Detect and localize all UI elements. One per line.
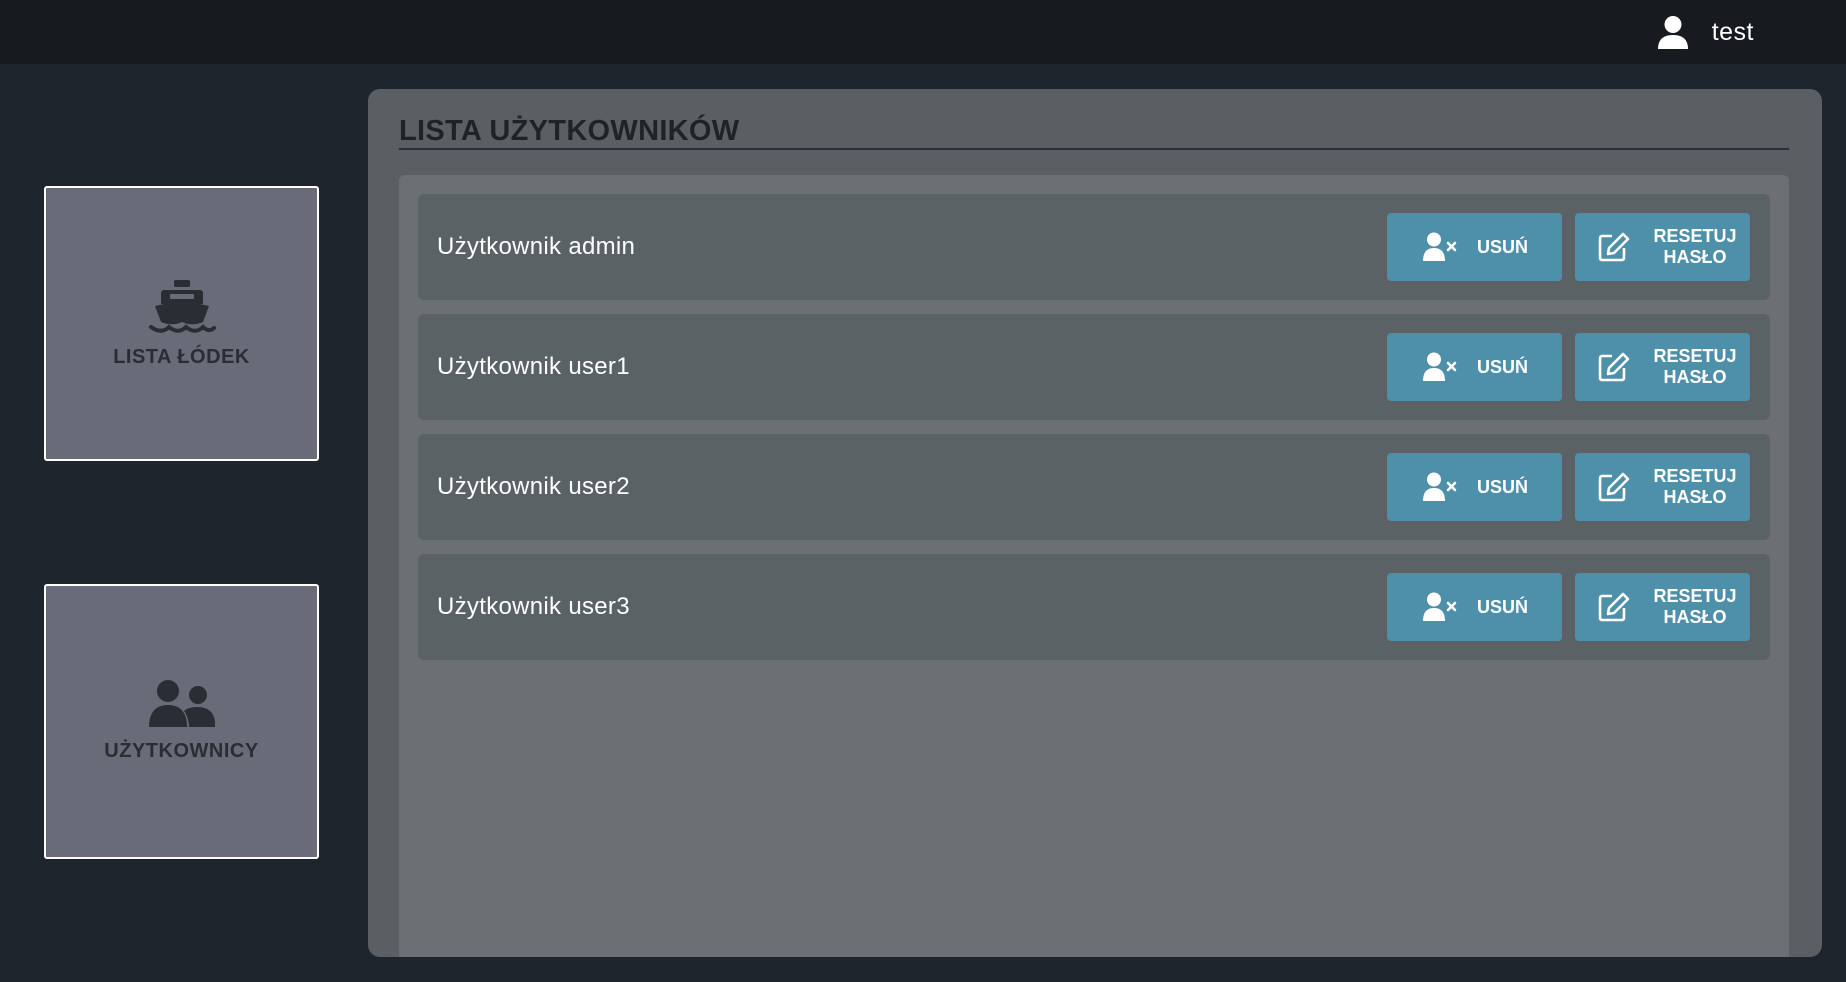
edit-icon [1598, 232, 1630, 262]
user-label: Użytkownik user2 [437, 473, 630, 500]
user-label: Użytkownik user3 [437, 593, 630, 620]
tile-users-label: UŻYTKOWNICY [104, 740, 259, 762]
list-item: Użytkownik admin USUŃ RESETUJ HASŁO [418, 194, 1770, 300]
delete-user-button[interactable]: USUŃ [1387, 453, 1562, 521]
user-menu[interactable]: test [1656, 0, 1754, 64]
page-title: LISTA UŻYTKOWNIKÓW [399, 115, 1789, 150]
edit-icon [1598, 592, 1630, 622]
list-item: Użytkownik user3 USUŃ RESETUJ HASŁO [418, 554, 1770, 660]
reset-password-button[interactable]: RESETUJ HASŁO [1575, 333, 1750, 401]
delete-button-label: USUŃ [1477, 236, 1529, 257]
username-label: test [1711, 17, 1754, 46]
list-item: Użytkownik user1 USUŃ RESETUJ HASŁO [418, 314, 1770, 420]
user-remove-icon [1423, 472, 1457, 501]
delete-user-button[interactable]: USUŃ [1387, 333, 1562, 401]
reset-password-button[interactable]: RESETUJ HASŁO [1575, 453, 1750, 521]
tile-users[interactable]: UŻYTKOWNICY [44, 584, 319, 859]
user-label: Użytkownik user1 [437, 353, 630, 380]
reset-password-button[interactable]: RESETUJ HASŁO [1575, 573, 1750, 641]
tile-boat-list-label: LISTA ŁÓDEK [113, 346, 250, 368]
user-icon [1657, 16, 1688, 49]
delete-button-label: USUŃ [1477, 476, 1529, 497]
user-remove-icon [1423, 352, 1457, 381]
reset-button-label: RESETUJ HASŁO [1653, 586, 1737, 627]
user-label: Użytkownik admin [437, 233, 636, 260]
reset-button-label: RESETUJ HASŁO [1653, 226, 1737, 267]
edit-icon [1598, 472, 1630, 502]
reset-button-label: RESETUJ HASŁO [1653, 346, 1737, 387]
reset-password-button[interactable]: RESETUJ HASŁO [1575, 213, 1750, 281]
list-item: Użytkownik user2 USUŃ RESETUJ HASŁO [418, 434, 1770, 540]
users-panel: LISTA UŻYTKOWNIKÓW Użytkownik admin USUŃ… [368, 89, 1822, 957]
delete-user-button[interactable]: USUŃ [1387, 573, 1562, 641]
user-list: Użytkownik admin USUŃ RESETUJ HASŁO Użytk… [399, 175, 1789, 957]
tile-boat-list[interactable]: LISTA ŁÓDEK [44, 186, 319, 461]
delete-user-button[interactable]: USUŃ [1387, 213, 1562, 281]
reset-button-label: RESETUJ HASŁO [1653, 466, 1737, 507]
user-remove-icon [1423, 592, 1457, 621]
user-remove-icon [1423, 232, 1457, 261]
edit-icon [1598, 352, 1630, 382]
ship-icon [148, 280, 216, 333]
users-icon [148, 680, 215, 727]
top-bar: test [0, 0, 1846, 64]
delete-button-label: USUŃ [1477, 596, 1529, 617]
delete-button-label: USUŃ [1477, 356, 1529, 377]
